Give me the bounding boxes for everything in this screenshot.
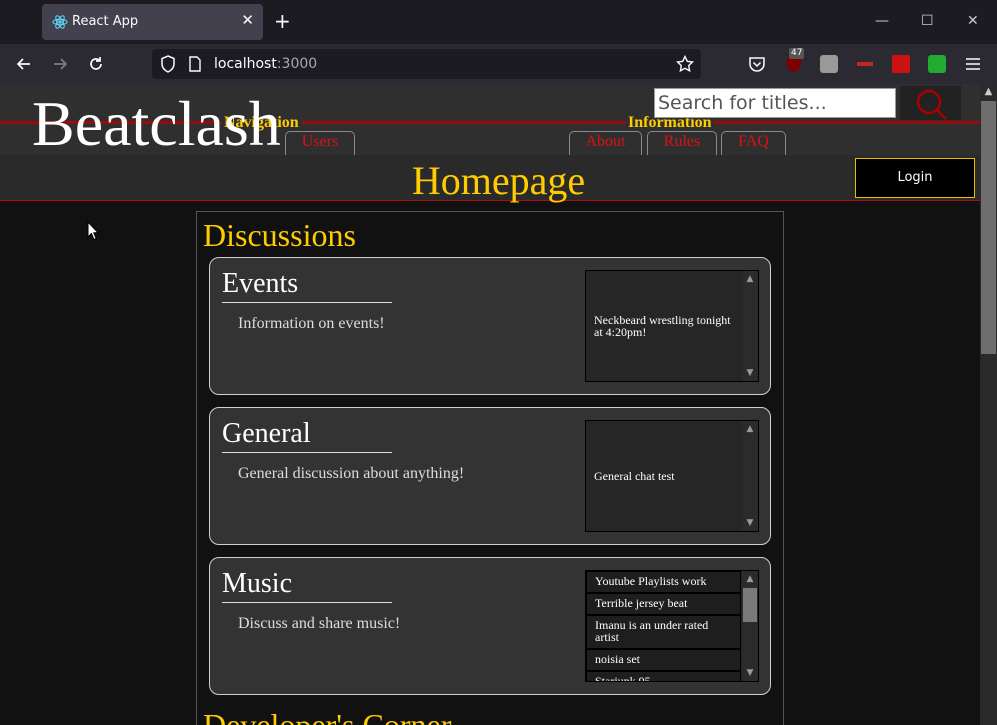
thread-item[interactable]: Youtube Playlists work [586,571,741,593]
tab-about[interactable]: About [569,131,642,155]
section-title: Developer's Corner [203,707,452,725]
thread-item[interactable]: Neckbeard wrestling tonight at 4:20pm! [586,271,741,381]
extension-icon[interactable] [892,55,910,73]
page-scrollbar[interactable]: ▲ [980,84,997,725]
shield-icon[interactable] [160,55,176,73]
thread-list[interactable]: Youtube Playlists work Terrible jersey b… [585,570,759,682]
card-description: Discuss and share music! [238,615,401,632]
mouse-cursor-icon [87,221,99,241]
browser-tab[interactable]: React App ✕ [42,4,263,40]
extension-icon[interactable] [820,55,838,73]
extension-icon[interactable] [928,55,946,73]
url-bar[interactable]: localhost:3000 [152,49,701,79]
browser-tab-bar: React App ✕ + — ☐ ✕ [0,0,997,44]
scroll-down-icon[interactable]: ▼ [745,668,755,678]
thread-list[interactable]: Neckbeard wrestling tonight at 4:20pm! ▲… [585,270,759,382]
search-input[interactable]: Search for titles... [654,88,896,118]
minimize-icon[interactable]: — [875,12,889,30]
scroll-up-icon[interactable]: ▲ [745,574,755,584]
back-icon[interactable] [14,54,34,74]
ublock-icon[interactable]: 47 [785,48,805,73]
site-header: Navigation Beatclash Information Users A… [0,84,980,159]
extension-icon[interactable] [856,55,874,73]
page-title: Homepage [411,158,586,203]
thread-item[interactable]: Terrible jersey beat [586,593,741,615]
url-text: localhost:3000 [214,56,317,72]
card-title[interactable]: General [222,416,392,453]
star-icon[interactable] [676,55,694,73]
card-title[interactable]: Music [222,566,392,603]
scroll-thumb[interactable] [743,588,757,622]
discussion-card-events[interactable]: Events Information on events! Neckbeard … [209,257,771,395]
tab-users[interactable]: Users [285,131,355,155]
tab-title: React App [72,14,139,29]
page-title-bar: Homepage Login [0,155,980,203]
scroll-up-icon[interactable]: ▲ [745,274,755,284]
discussion-card-general[interactable]: General General discussion about anythin… [209,407,771,545]
tab-rules[interactable]: Rules [647,131,717,155]
thread-scrollbar[interactable]: ▲ ▼ [742,421,758,531]
thread-scrollbar[interactable]: ▲ ▼ [742,271,758,381]
discussions-panel: Discussions Events Information on events… [196,211,784,725]
extension-badge: 47 [789,48,805,59]
url-host: localhost [214,56,277,72]
forward-icon[interactable] [50,54,70,74]
new-tab-button[interactable]: + [274,10,291,32]
browser-toolbar: localhost:3000 47 [0,44,997,84]
page-scroll-thumb[interactable] [981,101,996,354]
tab-close-icon[interactable]: ✕ [241,11,254,29]
thread-scrollbar[interactable]: ▲ ▼ [742,571,758,681]
maximize-icon[interactable]: ☐ [921,12,934,30]
section-title: Discussions [203,217,356,253]
login-button[interactable]: Login [855,158,975,198]
scroll-down-icon[interactable]: ▼ [745,518,755,528]
discussion-card-music[interactable]: Music Discuss and share music! Youtube P… [209,557,771,695]
scroll-up-icon[interactable]: ▲ [745,424,755,434]
card-title[interactable]: Events [222,266,392,303]
scroll-down-icon[interactable]: ▼ [745,368,755,378]
search-icon [916,89,947,120]
thread-item[interactable]: noisia set [586,649,741,671]
close-window-icon[interactable]: ✕ [967,12,979,30]
card-description: Information on events! [238,315,385,332]
reload-icon[interactable] [86,54,106,74]
react-icon [52,15,68,29]
thread-list-items: Youtube Playlists work Terrible jersey b… [586,571,741,681]
thread-item[interactable]: General chat test [586,421,741,531]
header-rule [287,121,575,124]
tab-faq[interactable]: FAQ [721,131,786,155]
thread-list[interactable]: General chat test ▲ ▼ [585,420,759,532]
scroll-up-icon[interactable]: ▲ [980,86,997,97]
pocket-icon[interactable] [748,55,766,73]
thread-item[interactable]: Starjunk 95 [586,671,741,681]
search-button[interactable] [900,86,961,120]
thread-item[interactable]: Imanu is an under rated artist [586,615,741,649]
web-page: Navigation Beatclash Information Users A… [0,84,980,725]
card-description: General discussion about anything! [238,465,465,482]
url-port: :3000 [276,56,318,72]
menu-icon[interactable] [964,55,982,73]
site-logo[interactable]: Beatclash [32,86,281,162]
page-icon [189,56,201,72]
